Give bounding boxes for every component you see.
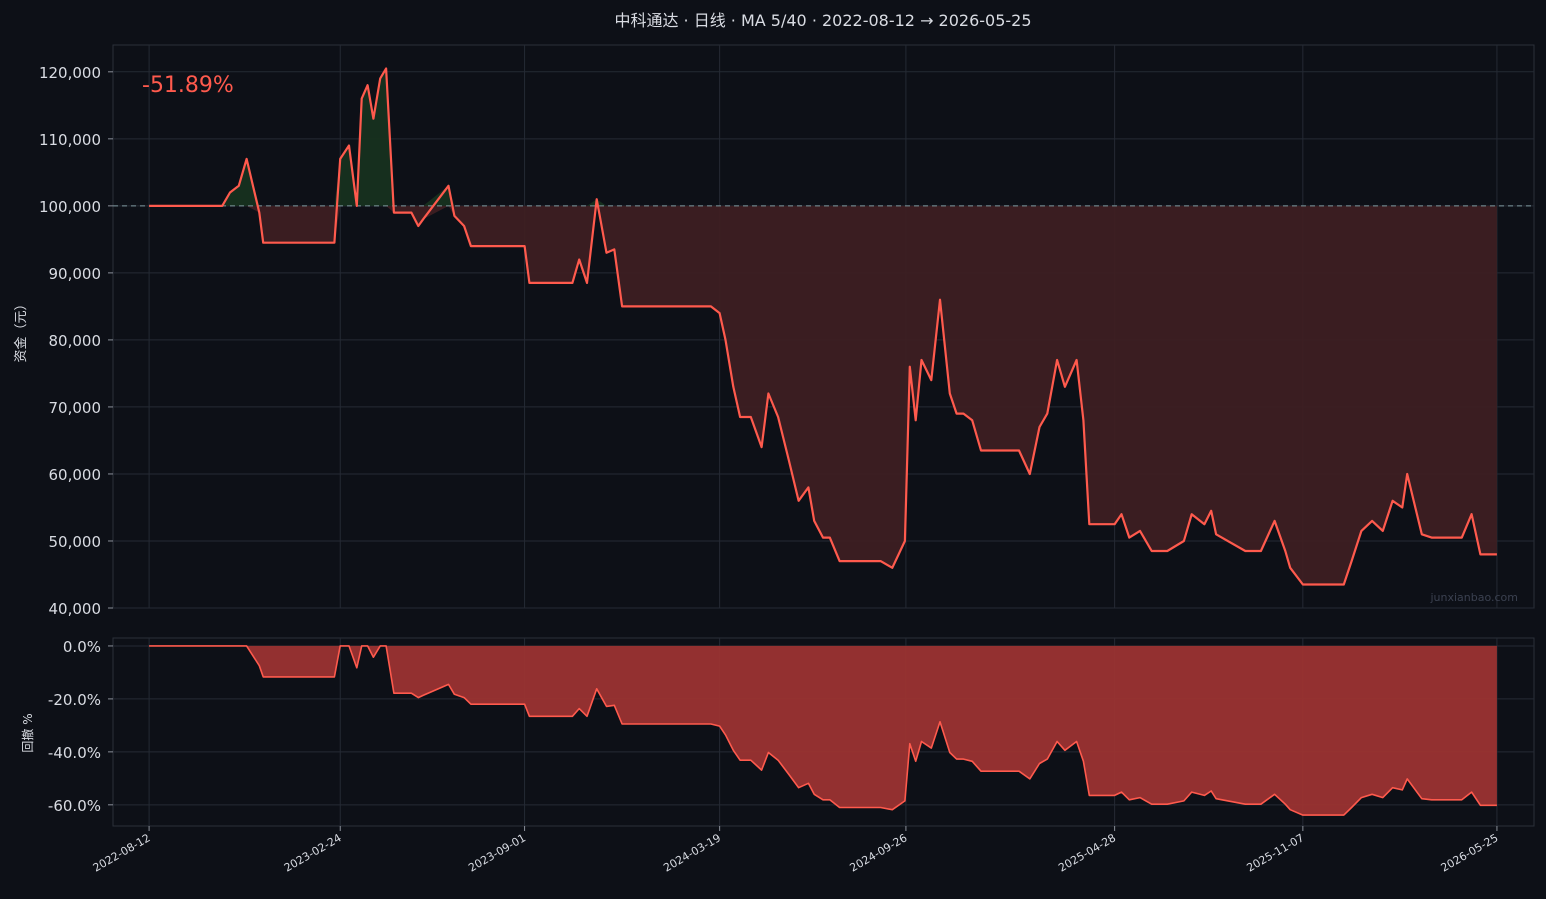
- equity-ytick-label-0: 40,000: [49, 600, 102, 618]
- equity-ytick-label-1: 50,000: [49, 533, 102, 551]
- equity-ytick-label-6: 100,000: [39, 198, 101, 216]
- equity-ytick-label-4: 80,000: [49, 332, 102, 350]
- backtest-chart: 中科通达 · 日线 · MA 5/40 · 2022-08-12 → 2026-…: [0, 0, 1546, 895]
- watermark: junxianbao.com: [1429, 591, 1518, 604]
- equity-ytick-label-2: 60,000: [49, 466, 102, 484]
- drawdown-ytick-label-0: 0.0%: [63, 638, 101, 656]
- return-annotation: -51.89%: [142, 73, 234, 98]
- chart-title: 中科通达 · 日线 · MA 5/40 · 2022-08-12 → 2026-…: [614, 11, 1031, 30]
- equity-ytick-label-3: 70,000: [49, 399, 102, 417]
- drawdown-ytick-label-3: -60.0%: [48, 797, 101, 815]
- equity-ytick-label-8: 120,000: [39, 64, 101, 82]
- drawdown-ytick-label-1: -20.0%: [48, 691, 101, 709]
- chart-svg: 中科通达 · 日线 · MA 5/40 · 2022-08-12 → 2026-…: [0, 0, 1546, 895]
- equity-y-axis-label: 资金（元）: [13, 297, 29, 362]
- equity-ytick-label-7: 110,000: [39, 131, 101, 149]
- drawdown-y-axis-label: 回撤 %: [20, 713, 35, 752]
- drawdown-ytick-label-2: -40.0%: [48, 744, 101, 762]
- equity-panel: 40,000 50,000 60,000 70,000 80,000 90,000 100,…: [13, 44, 1535, 618]
- equity-ytick-label-5: 90,000: [49, 265, 102, 283]
